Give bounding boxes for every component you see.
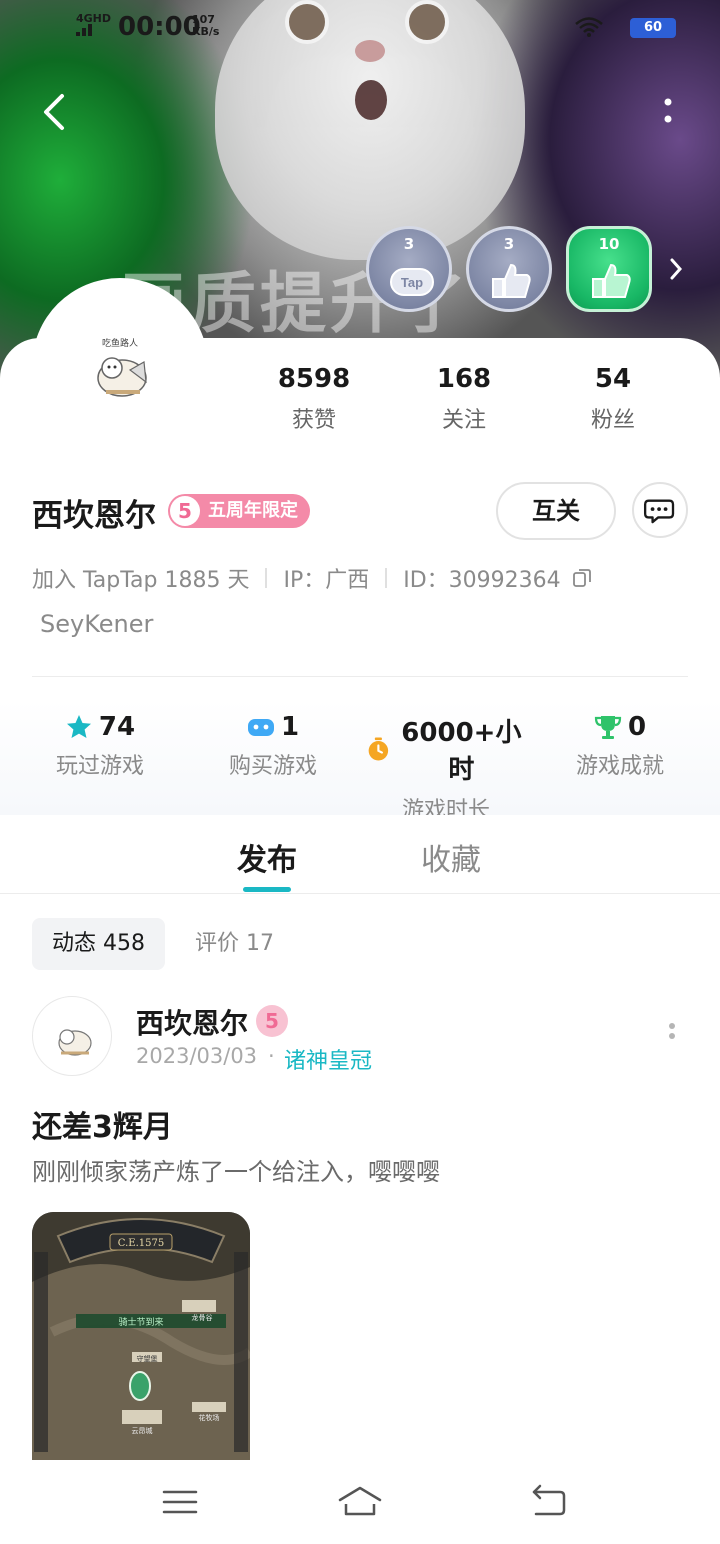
separator bbox=[265, 568, 268, 588]
status-bar: 4GHD 00:00 107 KB/s 60 bbox=[0, 0, 720, 56]
post-body[interactable]: 刚刚倾家荡产炼了一个给注入，嘤嘤嘤 bbox=[32, 1152, 440, 1187]
menu-icon[interactable] bbox=[156, 1480, 204, 1524]
mutual-follow-button[interactable]: 互关 bbox=[496, 482, 616, 540]
gamepad-icon bbox=[247, 719, 274, 736]
speed-unit: KB/s bbox=[192, 25, 220, 38]
stat-value: 1 bbox=[280, 712, 300, 742]
chevron-right-icon[interactable] bbox=[664, 254, 688, 284]
active-tab-indicator bbox=[243, 887, 291, 892]
tab-publish[interactable]: 发布 bbox=[237, 835, 297, 879]
trophy-icon bbox=[594, 716, 622, 739]
stat-following[interactable]: 168 关注 bbox=[394, 364, 534, 434]
stat-purchased-games[interactable]: 1 购买游戏 bbox=[193, 712, 353, 780]
network-speed: 107 KB/s bbox=[192, 14, 219, 38]
user-id: ID：30992364 bbox=[403, 568, 561, 593]
svg-text:Tap: Tap bbox=[401, 275, 423, 290]
post-author-avatar[interactable] bbox=[32, 996, 112, 1076]
post-game-link[interactable]: 诸神皇冠 bbox=[284, 1043, 372, 1075]
avatar-caption: 吃鱼路人 bbox=[102, 337, 138, 349]
stat-label: 获赞 bbox=[291, 408, 336, 433]
tap-controller-icon: Tap bbox=[390, 268, 434, 296]
stopwatch-icon bbox=[368, 737, 389, 761]
stat-value: 0 bbox=[627, 712, 647, 742]
badge-row[interactable]: 3 Tap 3 10 bbox=[366, 226, 652, 312]
badge-editor-sub[interactable]: 3 bbox=[466, 226, 552, 312]
five-year-icon: 5 bbox=[256, 1005, 288, 1037]
badge-count: 10 bbox=[598, 235, 620, 253]
separator bbox=[385, 568, 388, 588]
five-year-icon: 5 bbox=[170, 496, 200, 526]
avatar[interactable]: 吃鱼路人 bbox=[70, 320, 170, 420]
stat-value: 6000+小时 bbox=[401, 718, 522, 785]
back-arrow-icon[interactable] bbox=[36, 90, 76, 134]
post-date: 2023/03/03 bbox=[136, 1044, 258, 1068]
stat-label: 关注 bbox=[441, 408, 486, 433]
chat-bubble-icon bbox=[643, 499, 675, 524]
game-map-screenshot: C.E.1575 骑士节到来 守望堡 云昂城 龙骨谷 花牧场 bbox=[32, 1212, 250, 1460]
badge-count: 3 bbox=[503, 235, 515, 253]
stat-likes[interactable]: 8598 获赞 bbox=[244, 364, 384, 434]
thumbs-up-icon bbox=[492, 263, 531, 298]
stat-value: 54 bbox=[594, 364, 632, 394]
stat-label: 粉丝 bbox=[590, 408, 635, 433]
divider bbox=[32, 676, 688, 677]
game-stats: 74 玩过游戏 1 购买游戏 6000+小时 游戏时长 0 游戏成就 bbox=[0, 700, 720, 823]
chip-moments[interactable]: 动态 458 bbox=[32, 918, 165, 970]
filter-chips: 动态 458 评价 17 bbox=[32, 918, 294, 970]
stat-label: 玩过游戏 bbox=[55, 754, 144, 779]
more-vertical-icon[interactable] bbox=[664, 1020, 680, 1052]
post-image[interactable]: C.E.1575 骑士节到来 守望堡 云昂城 龙骨谷 花牧场 bbox=[32, 1212, 250, 1460]
back-icon[interactable] bbox=[524, 1480, 572, 1524]
avatar-image bbox=[58, 1029, 92, 1056]
battery-indicator: 60 bbox=[630, 18, 676, 38]
content-tabs: 发布 收藏 bbox=[0, 815, 720, 894]
stat-play-time[interactable]: 6000+小时 游戏时长 bbox=[366, 712, 526, 824]
stat-value: 74 bbox=[98, 712, 136, 742]
join-days: 加入 TapTap 1885 天 bbox=[32, 568, 250, 593]
map-text: 骑士节到来 bbox=[118, 1316, 163, 1328]
stat-achievements[interactable]: 0 游戏成就 bbox=[540, 712, 700, 780]
stat-label: 购买游戏 bbox=[228, 754, 317, 779]
home-icon[interactable] bbox=[336, 1480, 384, 1524]
wifi-icon bbox=[575, 17, 603, 37]
stat-followers[interactable]: 54 粉丝 bbox=[543, 364, 683, 434]
post-author-name[interactable]: 西坎恩尔 bbox=[136, 1002, 248, 1042]
star-icon bbox=[66, 715, 91, 738]
stat-played-games[interactable]: 74 玩过游戏 bbox=[20, 712, 180, 780]
clock: 00:00 bbox=[118, 12, 201, 42]
tab-favorites[interactable]: 收藏 bbox=[421, 835, 481, 879]
profile-meta: 加入 TapTap 1885 天 IP：广西 ID：30992364 bbox=[32, 562, 593, 594]
ip-location: IP：广西 bbox=[283, 568, 370, 593]
signal-icon bbox=[76, 22, 100, 36]
map-text: 花牧场 bbox=[199, 1413, 220, 1422]
map-text: 守望堡 bbox=[137, 1354, 158, 1363]
cat-mouth bbox=[355, 80, 387, 120]
message-button[interactable] bbox=[632, 482, 688, 538]
stat-label: 游戏成就 bbox=[575, 754, 664, 779]
copy-icon[interactable] bbox=[571, 567, 593, 589]
username: 西坎恩尔 bbox=[32, 498, 156, 534]
system-nav-bar bbox=[0, 1460, 720, 1544]
alt-username: SeyKener bbox=[40, 610, 154, 638]
stat-value: 168 bbox=[436, 364, 492, 394]
badge-count: 3 bbox=[403, 235, 415, 253]
badge-editor-sub-10[interactable]: 10 bbox=[566, 226, 652, 312]
map-text: 龙骨谷 bbox=[192, 1313, 213, 1322]
map-text: C.E.1575 bbox=[118, 1238, 164, 1249]
chip-reviews[interactable]: 评价 17 bbox=[175, 918, 294, 970]
map-text: 云昂城 bbox=[132, 1427, 153, 1435]
stat-value: 8598 bbox=[277, 364, 351, 394]
badge-exclusive-memory[interactable]: 3 Tap bbox=[366, 226, 452, 312]
post-meta-separator: · bbox=[268, 1044, 275, 1068]
post-title[interactable]: 还差3辉月 bbox=[32, 1102, 173, 1146]
thumbs-up-icon bbox=[592, 263, 631, 298]
more-vertical-icon[interactable] bbox=[654, 92, 682, 132]
